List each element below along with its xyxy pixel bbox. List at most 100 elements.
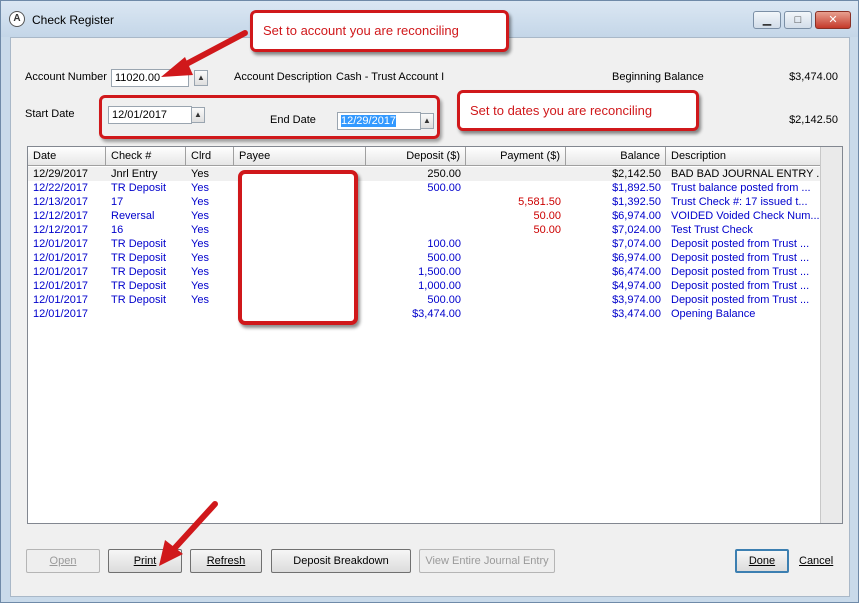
cell-description: Deposit posted from Trust ...	[671, 266, 810, 278]
cell-cleared: Yes	[191, 224, 209, 236]
col-cleared[interactable]: Clrd	[186, 147, 234, 166]
cell-payment: 50.00	[533, 224, 561, 236]
maximize-button[interactable]: □	[784, 11, 812, 29]
col-payee[interactable]: Payee	[234, 147, 366, 166]
cell-payment: 5,581.50	[518, 196, 561, 208]
col-balance[interactable]: Balance	[566, 147, 666, 166]
cell-deposit: 100.00	[427, 238, 461, 250]
cell-deposit	[366, 209, 466, 223]
cell-description: Deposit posted from Trust ...	[671, 238, 810, 250]
window-title: Check Register	[32, 13, 115, 27]
arrow-to-print-icon	[159, 501, 218, 566]
table-row[interactable]: 12/29/2017 Jnrl Entry Yes 250.00 $2,142.50 BA…	[28, 167, 820, 181]
cell-payment	[466, 293, 566, 307]
cell-check-number: Reversal	[111, 210, 155, 222]
col-payment[interactable]: Payment ($)	[466, 147, 566, 166]
account-callout: Set to account you are reconciling	[250, 10, 509, 52]
col-description[interactable]: Description	[666, 147, 820, 166]
cell-date: 12/01/2017	[33, 308, 89, 320]
cell-description: Opening Balance	[671, 308, 756, 320]
table-row[interactable]: 12/01/2017 TR Deposit Yes 1,000.00 $4,974.00…	[28, 279, 820, 293]
cell-date: 12/12/2017	[33, 210, 89, 222]
cancel-button-label: Cancel	[799, 555, 834, 567]
minimize-button[interactable]: ▁	[753, 11, 781, 29]
cell-payment	[466, 237, 566, 251]
table-row[interactable]: 12/13/2017 17 Yes 5,581.50 $1,392.50 Trust Ch…	[28, 195, 820, 209]
cell-deposit: 500.00	[427, 252, 461, 264]
grid-header: Date Check # Clrd Payee Deposit ($) Paym…	[28, 147, 820, 166]
dates-highlight-box	[99, 95, 440, 139]
table-row[interactable]: 12/01/2017 TR Deposit Yes 1,500.00 $6,474.00…	[28, 265, 820, 279]
ending-balance-value: $2,142.50	[789, 114, 838, 126]
close-button[interactable]: ✕	[815, 11, 851, 29]
table-row[interactable]: 12/12/2017 Reversal Yes 50.00 $6,974.00 VOIDE…	[28, 209, 820, 223]
cell-balance: $6,474.00	[612, 266, 661, 278]
cell-cleared: Yes	[191, 168, 209, 180]
cell-cleared: Yes	[191, 266, 209, 278]
cell-check-number: TR Deposit	[111, 252, 167, 264]
open-button[interactable]: Open	[26, 549, 100, 573]
arrow-to-account-icon	[161, 30, 248, 77]
cell-balance: $3,474.00	[612, 308, 661, 320]
cell-description: Deposit posted from Trust ...	[671, 294, 810, 306]
cell-payment: 50.00	[533, 210, 561, 222]
cell-check-number: TR Deposit	[111, 294, 167, 306]
cell-cleared: Yes	[191, 182, 209, 194]
table-row[interactable]: 12/22/2017 TR Deposit Yes 500.00 $1,892.50 Tr…	[28, 181, 820, 195]
cell-check-number: Jnrl Entry	[111, 168, 158, 180]
cell-payment	[466, 167, 566, 181]
cell-balance: $1,392.50	[612, 196, 661, 208]
cell-date: 12/01/2017	[33, 294, 89, 306]
cell-balance: $7,024.00	[612, 224, 661, 236]
col-deposit[interactable]: Deposit ($)	[366, 147, 466, 166]
cancel-button[interactable]: Cancel	[799, 555, 833, 567]
cell-check-number	[106, 307, 186, 321]
cell-balance: $6,974.00	[612, 252, 661, 264]
cell-balance: $4,974.00	[612, 280, 661, 292]
logo-icon: A	[9, 11, 25, 27]
cell-deposit: 1,000.00	[418, 280, 461, 292]
cell-balance: $6,974.00	[612, 210, 661, 222]
check-register-window: A Check Register ▁ □ ✕ Account Number 11…	[0, 0, 859, 603]
cell-payment	[466, 265, 566, 279]
view-journal-entry-button[interactable]: View Entire Journal Entry	[419, 549, 555, 573]
account-number-label: Account Number	[25, 71, 107, 83]
col-check-number[interactable]: Check #	[106, 147, 186, 166]
cell-check-number: 17	[111, 196, 124, 208]
table-row[interactable]: 12/01/2017 TR Deposit Yes 100.00 $7,074.00 De…	[28, 237, 820, 251]
cell-payment	[466, 251, 566, 265]
col-date[interactable]: Date	[28, 147, 106, 166]
cell-deposit: $3,474.00	[412, 308, 461, 320]
table-row[interactable]: 12/01/2017 $3,474.00 $3,474.00 Opening Bala…	[28, 307, 820, 321]
cell-date: 12/01/2017	[33, 252, 89, 264]
deposit-breakdown-button[interactable]: Deposit Breakdown	[271, 549, 411, 573]
table-row[interactable]: 12/12/2017 16 Yes 50.00 $7,024.00 Test Trust …	[28, 223, 820, 237]
dates-callout: Set to dates you are reconciling	[457, 90, 699, 131]
cell-deposit: 1,500.00	[418, 266, 461, 278]
cell-date: 12/13/2017	[33, 196, 89, 208]
cell-description: VOIDED Voided Check Num...	[671, 210, 820, 222]
cell-payment	[466, 181, 566, 195]
cell-description: Trust balance posted from ...	[671, 182, 811, 194]
cell-cleared	[186, 307, 234, 321]
cell-description: Trust Check #: 17 issued t...	[671, 196, 808, 208]
cell-description: BAD BAD JOURNAL ENTRY ...	[671, 168, 820, 180]
cell-cleared: Yes	[191, 196, 209, 208]
cell-description: Deposit posted from Trust ...	[671, 252, 810, 264]
table-row[interactable]: 12/01/2017 TR Deposit Yes 500.00 $3,974.00 De…	[28, 293, 820, 307]
open-button-label: Open	[49, 555, 77, 567]
payee-redaction-box	[238, 170, 358, 325]
start-date-label: Start Date	[25, 108, 75, 120]
cell-date: 12/29/2017	[33, 168, 89, 180]
cell-balance: $7,074.00	[612, 238, 661, 250]
vertical-scrollbar[interactable]	[820, 147, 842, 523]
table-row[interactable]: 12/01/2017 TR Deposit Yes 500.00 $6,974.00 De…	[28, 251, 820, 265]
cell-date: 12/01/2017	[33, 266, 89, 278]
cell-check-number: 16	[111, 224, 124, 236]
done-button-label: Done	[748, 555, 776, 567]
done-button[interactable]: Done	[735, 549, 789, 573]
cell-deposit	[366, 195, 466, 209]
cell-cleared: Yes	[191, 210, 209, 222]
cell-balance: $1,892.50	[612, 182, 661, 194]
register-grid[interactable]: Date Check # Clrd Payee Deposit ($) Paym…	[27, 146, 843, 524]
